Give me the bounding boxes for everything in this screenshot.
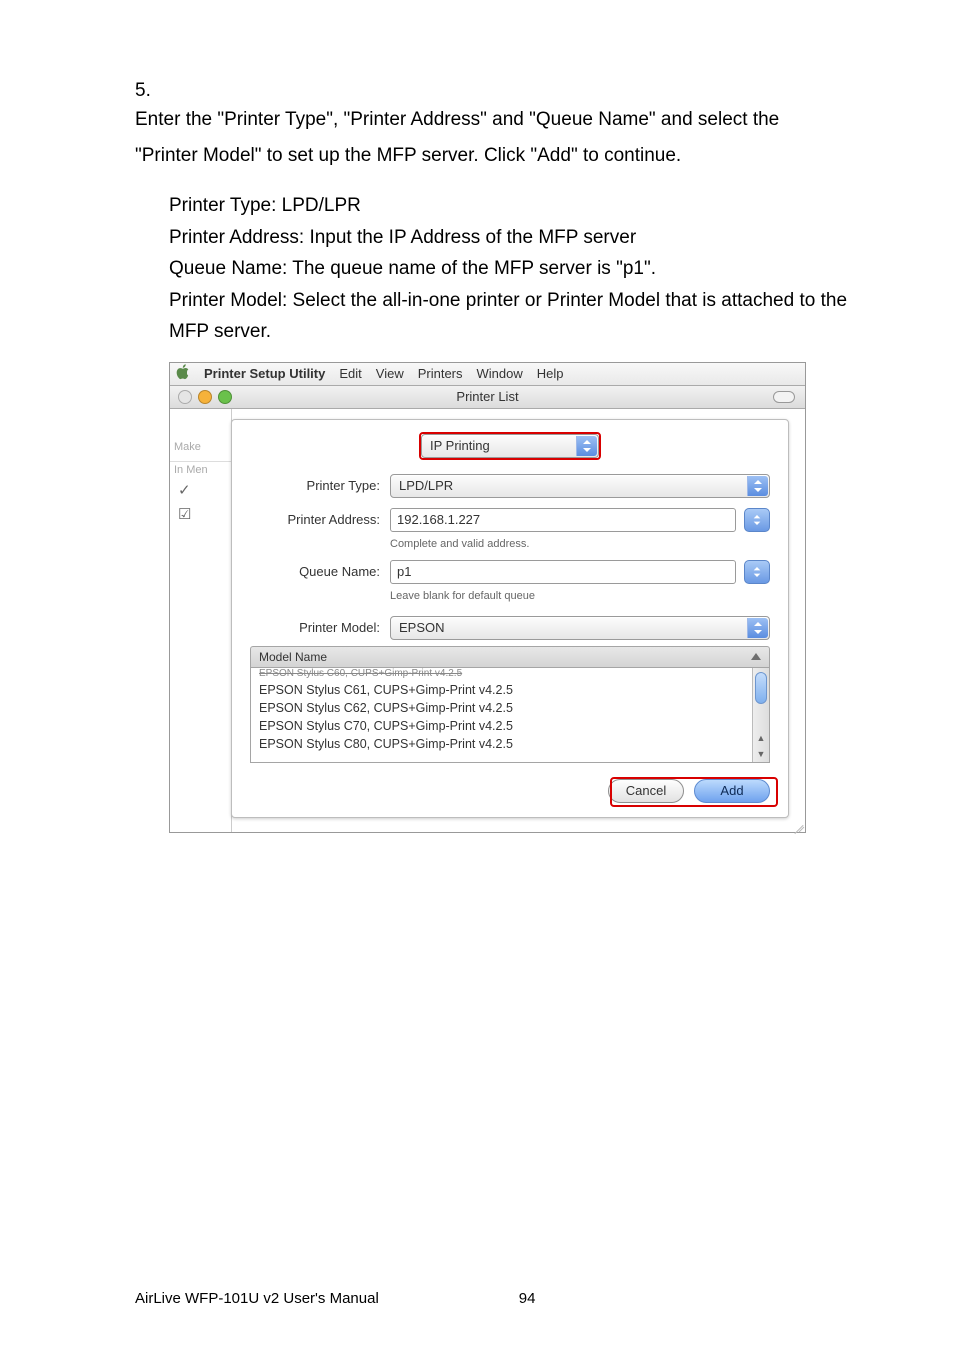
menubar-appname[interactable]: Printer Setup Utility [204,366,325,381]
footer-doc-title: AirLive WFP-101U v2 User's Manual [135,1290,379,1307]
address-history-button[interactable] [744,508,770,532]
window-titlebar: Printer List [170,386,805,409]
queue-name-label: Queue Name: [250,564,390,579]
footer-page-number: 94 [519,1290,536,1307]
list-item[interactable]: EPSON Stylus C70, CUPS+Gimp-Print v4.2.5 [251,717,769,735]
add-button[interactable]: Add [694,779,770,803]
printer-address-hint: Complete and valid address. [390,538,770,550]
menu-view[interactable]: View [376,366,404,381]
printer-address-input[interactable]: 192.168.1.227 [390,508,736,532]
cancel-button-label: Cancel [626,783,666,798]
scroll-up-icon[interactable]: ▲ [753,730,769,746]
window-title: Printer List [170,389,805,404]
printer-type-select[interactable]: LPD/LPR [390,474,770,498]
step-number: 5. [135,80,161,102]
add-button-label: Add [720,783,743,798]
queue-name-hint: Leave blank for default queue [390,590,770,602]
detail-line-3: Queue Name: The queue name of the MFP se… [169,253,859,285]
connection-method-value: IP Printing [430,438,490,453]
column-inmenu: In Men [170,462,231,478]
model-list[interactable]: EPSON Stylus C60, CUPS+Gimp-Print v4.2.5… [250,667,770,763]
updown-arrows-icon [747,476,768,496]
model-list-header[interactable]: Model Name [250,646,770,667]
queue-name-value: p1 [397,564,411,579]
step-text: Enter the "Printer Type", "Printer Addre… [135,102,825,174]
connection-method-select[interactable]: IP Printing [421,434,599,458]
apple-menu-icon[interactable] [176,364,190,384]
printer-address-label: Printer Address: [250,512,390,527]
detail-line-4: Printer Model: Select the all-in-one pri… [169,285,859,348]
printer-model-select[interactable]: EPSON [390,616,770,640]
sort-asc-icon [751,653,761,660]
cancel-button[interactable]: Cancel [608,779,684,803]
updown-arrows-icon [747,618,768,638]
model-list-header-label: Model Name [259,650,327,664]
toolbar-toggle-pill[interactable] [773,391,795,403]
list-item[interactable]: EPSON Stylus C80, CUPS+Gimp-Print v4.2.5 [251,735,769,753]
queue-name-input[interactable]: p1 [390,560,736,584]
add-printer-sheet: IP Printing Printer Type: LPD/LPR [231,419,789,818]
list-item[interactable]: EPSON Stylus C62, CUPS+Gimp-Print v4.2.5 [251,699,769,717]
printer-model-label: Printer Model: [250,620,390,635]
column-make: Make [170,439,231,455]
scrollbar[interactable]: ▲ ▼ [752,668,769,762]
menu-edit[interactable]: Edit [339,366,361,381]
scroll-thumb[interactable] [755,672,767,704]
menu-help[interactable]: Help [537,366,564,381]
menu-window[interactable]: Window [477,366,523,381]
menubar: Printer Setup Utility Edit View Printers… [170,363,805,386]
row-check-1[interactable]: ✓ [170,478,231,502]
menu-printers[interactable]: Printers [418,366,463,381]
printer-list-sidebar: Make In Men ✓ ☑ [170,409,232,832]
printer-address-value: 192.168.1.227 [397,512,480,527]
printer-model-value: EPSON [399,620,445,635]
detail-line-1: Printer Type: LPD/LPR [169,190,859,222]
detail-line-2: Printer Address: Input the IP Address of… [169,222,859,254]
list-item[interactable]: EPSON Stylus C61, CUPS+Gimp-Print v4.2.5 [251,681,769,699]
list-item[interactable]: EPSON Stylus C60, CUPS+Gimp-Print v4.2.5 [251,668,769,681]
mac-screenshot: Printer Setup Utility Edit View Printers… [169,362,806,833]
scroll-down-icon[interactable]: ▼ [753,746,769,762]
resize-handle-icon[interactable] [792,819,806,833]
row-check-2[interactable]: ☑ [170,502,231,526]
printer-type-label: Printer Type: [250,478,390,493]
updown-arrows-icon [576,436,597,456]
queue-history-button[interactable] [744,560,770,584]
printer-type-value: LPD/LPR [399,478,453,493]
